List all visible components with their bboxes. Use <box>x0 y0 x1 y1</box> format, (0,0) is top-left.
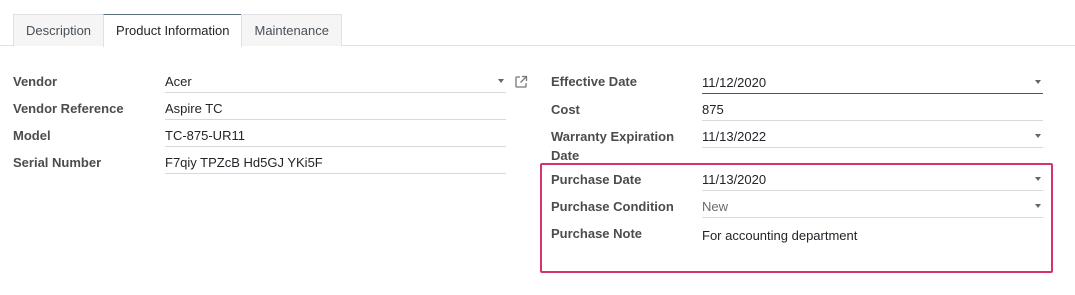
model-value: TC-875-UR11 <box>165 128 245 143</box>
cost-label: Cost <box>551 102 580 117</box>
purchase-date-field[interactable]: 11/13/2020 <box>702 169 1043 191</box>
cost-field[interactable]: 875 <box>702 99 1043 121</box>
purchase-note-label: Purchase Note <box>551 226 643 241</box>
serial-number-field[interactable]: F7qiy TPZcB Hd5GJ YKi5F <box>165 152 506 174</box>
vendor-reference-field[interactable]: Aspire TC <box>165 98 506 120</box>
serial-number-value: F7qiy TPZcB Hd5GJ YKi5F <box>165 155 323 170</box>
effective-date-field[interactable]: 11/12/2020 <box>702 72 1043 94</box>
warranty-expiration-label: Warranty Expiration <box>551 129 675 144</box>
purchase-condition-select[interactable]: New <box>702 196 1043 218</box>
warranty-expiration-field[interactable]: 11/13/2022 <box>702 126 1043 148</box>
purchase-note-value: For accounting department <box>702 228 858 243</box>
model-field[interactable]: TC-875-UR11 <box>165 125 506 147</box>
model-label: Model <box>13 128 51 143</box>
tab-bar: Description Product Information Maintena… <box>13 14 342 47</box>
vendor-reference-value: Aspire TC <box>165 101 223 116</box>
tab-product-information[interactable]: Product Information <box>103 14 243 47</box>
tab-maintenance[interactable]: Maintenance <box>241 14 342 46</box>
vendor-reference-label: Vendor Reference <box>13 101 124 116</box>
warranty-expiration-value: 11/13/2022 <box>702 129 767 144</box>
vendor-field[interactable]: Acer <box>165 71 506 93</box>
purchase-condition-label: Purchase Condition <box>551 199 674 214</box>
tab-description[interactable]: Description <box>13 14 105 46</box>
vendor-label: Vendor <box>13 74 58 89</box>
caret-down-icon <box>1035 204 1041 208</box>
vendor-value: Acer <box>165 74 192 89</box>
caret-down-icon <box>1035 134 1041 138</box>
effective-date-value: 11/12/2020 <box>702 75 767 90</box>
serial-number-label: Serial Number <box>13 155 102 170</box>
external-link-icon[interactable] <box>514 75 528 89</box>
effective-date-label: Effective Date <box>551 74 637 89</box>
purchase-note-textarea[interactable]: For accounting department <box>702 225 1043 247</box>
caret-down-icon <box>1035 80 1041 84</box>
cost-value: 875 <box>702 102 724 117</box>
purchase-condition-value: New <box>702 199 729 214</box>
caret-down-icon <box>1035 177 1041 181</box>
caret-down-icon <box>498 79 504 83</box>
purchase-date-value: 11/13/2020 <box>702 172 767 187</box>
purchase-date-label: Purchase Date <box>551 172 642 187</box>
